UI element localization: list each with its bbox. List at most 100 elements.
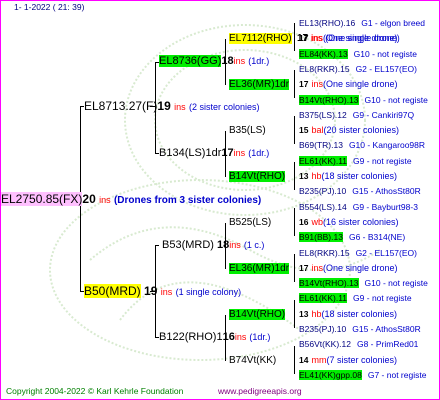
gen3-node-4[interactable]: B14Vt(RHO) bbox=[229, 170, 286, 183]
gen3-node-7[interactable]: B14Vt(RHO) bbox=[229, 308, 286, 321]
gen4-comment: (One single drone) bbox=[322, 262, 398, 273]
gen2-comment: (1dr.) bbox=[249, 332, 271, 342]
root-num: 20 bbox=[82, 192, 96, 206]
gen4-num: 15 bbox=[299, 125, 309, 136]
gen4-row[interactable]: 13 hb(18 sister colonies) bbox=[299, 308, 397, 321]
gen4-ins: ins bbox=[311, 262, 323, 273]
gen4-info: G2 - EL157(EO) bbox=[355, 63, 417, 74]
gen4-row[interactable]: EL13(RHO).16 G1 - elgon breed bbox=[299, 17, 425, 30]
gen3-node-3[interactable]: B35(LS) bbox=[229, 124, 266, 137]
gen4-comment: (20 sister colonies) bbox=[323, 125, 400, 136]
gen1-num: 19 bbox=[157, 99, 171, 113]
gen1-name: B50(MRD) bbox=[84, 284, 141, 298]
gen4-row[interactable]: 15 bal(20 sister colonies) bbox=[299, 124, 399, 137]
gen4-info: G1 - elgon breed bbox=[361, 18, 426, 28]
gen2-ins: ins bbox=[229, 240, 241, 250]
gen4-info: G9 - not registe bbox=[353, 155, 412, 166]
footer-site-link[interactable]: www.pedigreeapis.org bbox=[218, 385, 302, 398]
gen4-comment: (7 sister colonies) bbox=[326, 354, 397, 365]
pedigree-canvas: 1- 1-2022 ( 21: 39) EL2750.85(FX)20 ins … bbox=[0, 0, 440, 400]
gen4-id: B375(LS).12 bbox=[299, 109, 347, 120]
gen4-row[interactable]: EL8(RKR).15 G2 - EL157(EO) bbox=[299, 247, 417, 260]
gen4-info: G15 - AthosSt80R bbox=[352, 186, 421, 197]
gen4-info: G9 - Bayburt98-3 bbox=[352, 201, 418, 212]
gen4-info: G6 - B314(NE) bbox=[348, 232, 406, 243]
gen4-info: G7 - not registe bbox=[367, 369, 427, 380]
gen4-row[interactable]: B14Vt(RHO).13 G10 - not registe bbox=[299, 277, 428, 290]
gen4-id: B69(TR).13 bbox=[299, 140, 343, 151]
gen4-id: B14Vt(RHO).13 bbox=[299, 94, 359, 105]
gen4-num: 17 bbox=[299, 262, 309, 273]
gen4-ins: ins bbox=[311, 33, 323, 44]
gen2-comment: (1dr.) bbox=[248, 148, 270, 158]
gen4-row[interactable]: B14Vt(RHO).13 G10 - not registe bbox=[299, 94, 428, 107]
gen4-num: 13 bbox=[299, 308, 309, 319]
gen4-info: G9 - Cankiri97Q bbox=[352, 109, 415, 120]
gen4-row[interactable]: EL61(KK).11 G9 - not registe bbox=[299, 155, 412, 168]
gen3-node-8[interactable]: B74Vt(KK) bbox=[229, 354, 276, 367]
gen4-row[interactable]: 13 hb(18 sister colonies) bbox=[299, 170, 397, 183]
root-node[interactable]: EL2750.85(FX)20 ins (Drones from 3 siste… bbox=[1, 192, 261, 208]
gen4-row[interactable]: EL41(KK)gpp.08 G7 - not registe bbox=[299, 369, 426, 382]
gen1-node-1[interactable]: EL8713.27(F)19 ins (2 sister colonies) bbox=[84, 99, 259, 115]
gen2-name: B122(RHO)1 bbox=[159, 331, 223, 343]
gen4-row[interactable]: EL61(KK).11 G9 - not registe bbox=[299, 292, 412, 305]
gen3-node-2[interactable]: EL36(MR)1dr bbox=[229, 78, 290, 91]
gen2-num: 16 bbox=[222, 331, 235, 343]
gen3-node-1[interactable]: EL7112(RHO) bbox=[229, 32, 292, 45]
gen4-row[interactable]: B235(PJ).10 G15 - AthosSt80R bbox=[299, 185, 421, 198]
gen4-info: G15 - AthosSt80R bbox=[352, 324, 421, 334]
gen2-ins: ins bbox=[233, 148, 246, 158]
gen3-node-6[interactable]: EL36(MR)1dr bbox=[229, 262, 290, 275]
gen4-row[interactable]: 14 mm(7 sister colonies) bbox=[299, 354, 397, 367]
gen4-row[interactable]: B91(BB).13 G6 - B314(NE) bbox=[299, 231, 405, 244]
gen4-info: G10 - not registe bbox=[364, 94, 428, 105]
gen2-node-1[interactable]: EL8736(GG)18ins (1dr.) bbox=[159, 55, 269, 68]
root-comment: (Drones from 3 sister colonies) bbox=[113, 195, 262, 206]
gen4-comment: (16 sister colonies) bbox=[322, 216, 399, 227]
gen4-id: B235(PJ).10 bbox=[299, 186, 347, 197]
gen2-node-4[interactable]: B122(RHO)116ins (1dr.) bbox=[159, 331, 270, 344]
gen4-ins: mm bbox=[311, 354, 327, 365]
gen4-row[interactable]: EL84(KK).13 G10 - not registe bbox=[299, 48, 417, 61]
gen4-info: G10 - not registe bbox=[353, 48, 417, 59]
gen4-id: B235(PJ).10 bbox=[299, 324, 347, 334]
gen1-ins: ins bbox=[160, 287, 173, 297]
gen2-name: B134(LS)1dr bbox=[159, 147, 222, 159]
gen2-node-2[interactable]: B134(LS)1dr17ins (1dr.) bbox=[159, 147, 269, 160]
gen4-row[interactable]: B69(TR).13 G10 - Kangaroo98R bbox=[299, 139, 425, 152]
gen4-ins: ins bbox=[311, 79, 323, 90]
gen4-comment: (18 sister colonies) bbox=[321, 171, 398, 181]
gen4-row[interactable]: 17 ins(One single drone) bbox=[299, 78, 398, 91]
gen4-row[interactable]: EL8(RKR).15 G2 - EL157(EO) bbox=[299, 63, 417, 76]
gen3-name: B35(LS) bbox=[229, 125, 266, 136]
gen4-ins: hb bbox=[311, 308, 322, 319]
gen4-ins: bal bbox=[311, 125, 324, 136]
gen4-num: 14 bbox=[299, 354, 309, 365]
gen4-ins: wb bbox=[311, 216, 323, 227]
gen4-id: B56Vt(KK).12 bbox=[299, 339, 351, 350]
gen4-row[interactable]: 16 wb(16 sister colonies) bbox=[299, 216, 399, 229]
root-name: EL2750.85(FX) bbox=[1, 192, 83, 206]
gen1-ins: ins bbox=[174, 102, 186, 112]
gen4-row[interactable]: B56Vt(KK).12 G8 - PrimRed01 bbox=[299, 338, 418, 351]
gen4-id: EL41(KK)gpp.08 bbox=[299, 369, 362, 380]
gen1-node-2[interactable]: B50(MRD) 19 ins (1 single colony) bbox=[84, 284, 241, 300]
gen4-comment: (One single drone) bbox=[322, 79, 398, 90]
gen4-ins: hb bbox=[311, 171, 322, 181]
gen4-info: G10 - not registe bbox=[364, 278, 428, 289]
gen4-row[interactable]: B235(PJ).10 G15 - AthosSt80R bbox=[299, 323, 421, 336]
gen2-node-3[interactable]: B53(MRD) 18ins (1 c.) bbox=[162, 239, 264, 252]
gen4-id: EL13(RHO).16 bbox=[299, 18, 356, 28]
gen3-name: B14Vt(RHO) bbox=[229, 171, 286, 182]
gen2-comment: (1dr.) bbox=[248, 56, 270, 66]
gen4-row[interactable]: B375(LS).12 G9 - Cankiri97Q bbox=[299, 109, 414, 122]
gen4-row[interactable]: 17 ins(One single drone) bbox=[299, 262, 398, 275]
gen2-name: B53(MRD) bbox=[162, 239, 214, 251]
gen4-row[interactable]: 17 ins(One single drone) bbox=[299, 32, 398, 45]
gen1-name: EL8713.27(F) bbox=[84, 99, 158, 113]
root-ins: ins bbox=[99, 195, 111, 205]
gen3-node-5[interactable]: B525(LS) bbox=[229, 216, 271, 229]
gen4-row[interactable]: B554(LS).14 G9 - Bayburt98-3 bbox=[299, 201, 418, 214]
gen2-ins: ins bbox=[234, 332, 247, 342]
